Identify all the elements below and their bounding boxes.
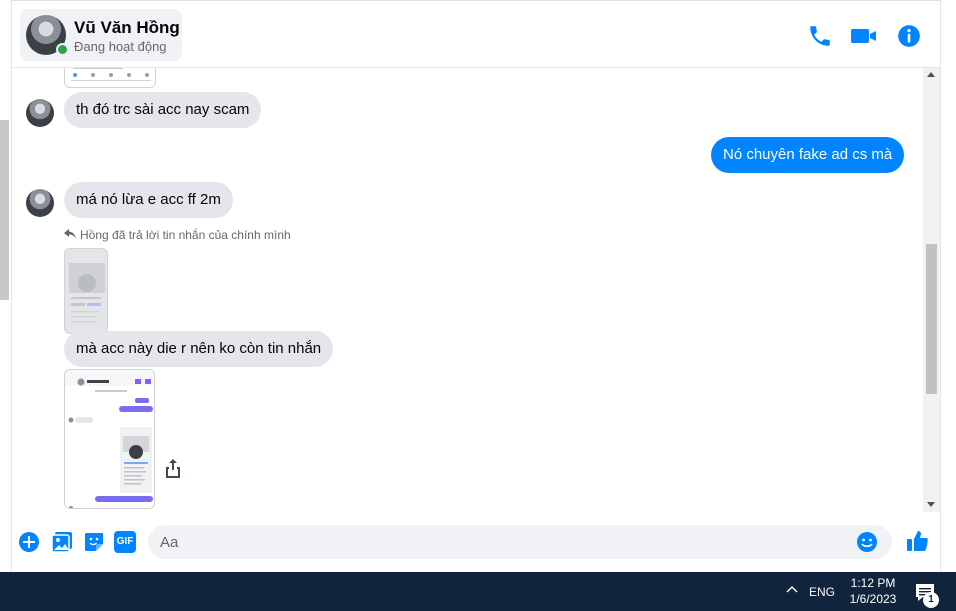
share-icon[interactable] bbox=[164, 458, 182, 478]
reply-icon bbox=[64, 228, 76, 242]
left-panel-edge bbox=[0, 0, 12, 572]
chat-header: Vũ Văn Hồng Đang hoạt động bbox=[12, 0, 940, 68]
taskbar-clock[interactable]: 1:12 PM 1/6/2023 bbox=[846, 575, 900, 607]
phone-icon[interactable] bbox=[807, 23, 833, 49]
image-attachment[interactable] bbox=[64, 68, 156, 88]
like-icon[interactable] bbox=[906, 529, 930, 553]
info-icon[interactable] bbox=[896, 23, 922, 49]
image-attachment[interactable] bbox=[64, 369, 155, 509]
sticker-icon[interactable] bbox=[83, 531, 105, 553]
video-camera-icon[interactable] bbox=[850, 23, 880, 49]
image-icon[interactable] bbox=[51, 531, 73, 553]
scroll-up-arrow-icon[interactable] bbox=[927, 72, 935, 77]
messenger-window: Vũ Văn Hồng Đang hoạt động th đó trc sài… bbox=[0, 0, 956, 611]
reply-note: Hồng đã trả lời tin nhắn của chính mình bbox=[64, 228, 291, 242]
message-bubble[interactable]: má nó lừa e acc ff 2m bbox=[64, 182, 233, 218]
clock-date: 1/6/2023 bbox=[849, 592, 897, 606]
message-scrollbar[interactable] bbox=[923, 68, 940, 512]
window-right-edge bbox=[940, 0, 956, 572]
message-bubble[interactable]: th đó trc sài acc nay scam bbox=[64, 92, 262, 128]
contact-name: Vũ Văn Hồng bbox=[74, 18, 180, 37]
emoji-icon[interactable] bbox=[856, 531, 878, 553]
contact-profile-button[interactable]: Vũ Văn Hồng Đang hoạt động bbox=[20, 9, 182, 61]
windows-taskbar: ENG 1:12 PM 1/6/2023 1 bbox=[0, 572, 956, 611]
left-scrollbar-thumb[interactable] bbox=[0, 120, 9, 300]
clock-time: 1:12 PM bbox=[850, 576, 896, 590]
online-status-dot bbox=[56, 43, 69, 56]
gif-icon[interactable]: GIF bbox=[114, 531, 136, 553]
language-indicator[interactable]: ENG bbox=[809, 585, 835, 599]
contact-status: Đang hoạt động bbox=[74, 39, 167, 54]
message-bubble[interactable]: mà acc này die r nên ko còn tin nhắn bbox=[64, 331, 334, 367]
message-list[interactable]: th đó trc sài acc nay scam Nó chuyên fak… bbox=[12, 68, 923, 512]
plus-icon[interactable] bbox=[18, 531, 40, 553]
avatar bbox=[26, 189, 54, 217]
chevron-up-icon[interactable] bbox=[786, 584, 798, 596]
replied-image-preview[interactable] bbox=[64, 248, 108, 334]
notification-badge: 1 bbox=[923, 592, 939, 608]
message-input[interactable] bbox=[160, 525, 850, 559]
message-composer: GIF bbox=[12, 512, 940, 572]
message-bubble[interactable]: Nó chuyên fake ad cs mà bbox=[711, 137, 905, 173]
scroll-down-arrow-icon[interactable] bbox=[927, 502, 935, 507]
scrollbar-thumb[interactable] bbox=[926, 244, 937, 394]
avatar bbox=[26, 99, 54, 127]
message-input-wrapper[interactable] bbox=[148, 525, 892, 559]
reply-note-text: Hồng đã trả lời tin nhắn của chính mình bbox=[80, 228, 291, 242]
